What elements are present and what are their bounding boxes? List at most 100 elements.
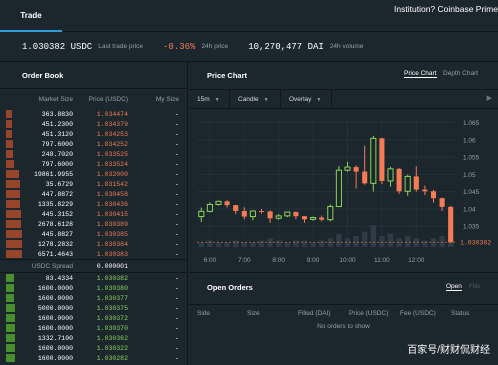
price-cell: 1.030380: [96, 284, 128, 292]
chevron-right-icon[interactable]: ▶: [487, 94, 492, 102]
market-stats-bar: 1.030382 USDC Last trade price -0.36% 24…: [0, 32, 498, 62]
volume-bar: [207, 240, 213, 247]
price-cell: 1.030377: [96, 294, 128, 302]
volume-bar: [404, 236, 411, 247]
candle-body-up: [344, 166, 351, 171]
interval-select[interactable]: 15m ▼: [189, 90, 230, 109]
candle-body-up: [327, 206, 334, 221]
x-tick-label: 10:00: [339, 257, 356, 264]
ask-row[interactable]: 451.3120 1.034253 -: [0, 129, 187, 139]
volume-bar: [250, 242, 256, 247]
price-cell: 1.034252: [96, 140, 128, 148]
ask-row[interactable]: 6571.4643 1.030383 -: [0, 249, 187, 259]
volume-bar: [267, 238, 273, 247]
bid-row[interactable]: 1332.7100 1.030362 -: [0, 333, 187, 343]
ask-row[interactable]: 797.6000 1.033524 -: [0, 159, 187, 169]
open-orders-title: Open Orders: [207, 283, 253, 292]
volume-bar: [284, 242, 291, 247]
tab-depth-chart[interactable]: Depth Chart: [443, 70, 478, 77]
candle-body-down: [267, 211, 273, 219]
ask-row[interactable]: 1278.2832 1.030384 -: [0, 239, 187, 249]
ask-row[interactable]: 445.8827 1.030385 -: [0, 229, 187, 239]
market-size-cell: 1278.2832: [37, 240, 73, 248]
volume-bar: [224, 242, 230, 247]
spread-label: USDC Spread: [31, 262, 73, 270]
my-size-cell: -: [175, 130, 179, 138]
my-size-cell: -: [175, 210, 179, 218]
candle-body-down: [241, 211, 247, 217]
bid-row[interactable]: 1600.0000 1.030370 -: [0, 323, 187, 333]
market-size-cell: 5000.0000: [37, 304, 73, 312]
volume-bar: [310, 242, 316, 247]
market-size-cell: 1600.0000: [37, 294, 73, 302]
market-size-cell: 445.8827: [41, 230, 73, 238]
ask-row[interactable]: 447.8872 1.030458 -: [0, 189, 187, 199]
bid-row[interactable]: 83.4334 1.030382 -: [0, 273, 187, 283]
ask-row[interactable]: 2678.6128 1.030389 -: [0, 219, 187, 229]
bid-row[interactable]: 1600.0000 1.030372 -: [0, 313, 187, 323]
my-size-cell: -: [175, 230, 179, 238]
header-filled: Filled (DAI): [298, 310, 331, 317]
price-cell: 1.033525: [96, 150, 128, 158]
tab-open[interactable]: Open: [446, 283, 462, 291]
my-size-cell: -: [175, 120, 179, 128]
spread-value: 0.000001: [96, 262, 128, 270]
ask-row[interactable]: 35.6729 1.031542 -: [0, 179, 187, 189]
my-size-cell: -: [175, 284, 179, 292]
candle-body-up: [310, 217, 317, 220]
ask-row[interactable]: 1335.8229 1.030436 -: [0, 199, 187, 209]
candle-body-down: [430, 191, 437, 199]
market-size-cell: 1335.8229: [37, 200, 73, 208]
market-size-cell: 35.6729: [45, 180, 73, 188]
price-cell: 1.030415: [96, 210, 128, 218]
my-size-cell: -: [175, 240, 179, 248]
ask-row[interactable]: 19861.9955 1.032000 -: [0, 169, 187, 179]
tab-trade[interactable]: Trade: [0, 0, 62, 32]
volume-bar: [301, 240, 308, 247]
chart-type-select[interactable]: Candle ▼: [230, 90, 281, 109]
my-size-cell: -: [175, 354, 179, 362]
institution-link[interactable]: Institution? Coinbase Prime: [394, 4, 498, 14]
volume-bar: [387, 233, 394, 247]
candle-body-up: [335, 169, 342, 208]
volume-bar: [232, 240, 239, 247]
market-size-cell: 797.6000: [41, 140, 73, 148]
volume-bar: [379, 236, 385, 247]
open-orders-header: Side Size Filled (DAI) Price (USDC) Fee …: [189, 304, 498, 320]
x-tick-label: 8:00: [272, 257, 285, 264]
ask-row[interactable]: 363.8830 1.034474 -: [0, 109, 187, 119]
market-size-cell: 797.6000: [41, 160, 73, 168]
bid-row[interactable]: 1600.0000 1.030377 -: [0, 293, 187, 303]
price-cell: 1.030282: [96, 354, 128, 362]
candle-body-up: [215, 200, 222, 205]
ask-row[interactable]: 445.3152 1.030415 -: [0, 209, 187, 219]
bid-row[interactable]: 1600.0000 1.030282 -: [0, 353, 187, 363]
candle-body-down: [439, 198, 445, 207]
my-size-cell: -: [175, 344, 179, 352]
x-tick-label: 9:00: [307, 257, 320, 264]
tab-fills[interactable]: Fills: [469, 283, 481, 290]
bid-row[interactable]: 1600.0000 1.030380 -: [0, 283, 187, 293]
tab-price-chart[interactable]: Price Chart: [404, 70, 437, 78]
ask-rows: 363.8830 1.034474-451.2300 1.034379-451.31…: [0, 109, 187, 259]
bid-row[interactable]: 1600.0000 1.030322 -: [0, 343, 187, 353]
market-size-cell: 451.3120: [41, 130, 73, 138]
overlay-value: Overlay: [289, 96, 312, 103]
candle-body-up: [404, 175, 411, 192]
volume-bar: [361, 231, 368, 247]
chart-toolbar: 15m ▼ Candle ▼ Overlay ▼ ▶: [189, 89, 498, 109]
last-trade-price-label: Last trade price: [98, 43, 144, 50]
my-size-cell: -: [175, 170, 179, 178]
interval-value: 15m: [197, 96, 210, 103]
candle-body-down: [413, 176, 419, 190]
price-cell: 1.034253: [96, 130, 128, 138]
price-cell: 1.030389: [96, 220, 128, 228]
ask-row[interactable]: 248.7020 1.033525 -: [0, 149, 187, 159]
y-tick-label: 1.055: [463, 155, 480, 162]
overlay-select[interactable]: Overlay ▼: [281, 90, 332, 109]
my-size-cell: -: [175, 274, 179, 282]
ask-row[interactable]: 451.2300 1.034379 -: [0, 119, 187, 129]
ask-row[interactable]: 797.6000 1.034252 -: [0, 139, 187, 149]
candle-body-down: [233, 205, 239, 212]
bid-row[interactable]: 5000.0000 1.030375 -: [0, 303, 187, 313]
